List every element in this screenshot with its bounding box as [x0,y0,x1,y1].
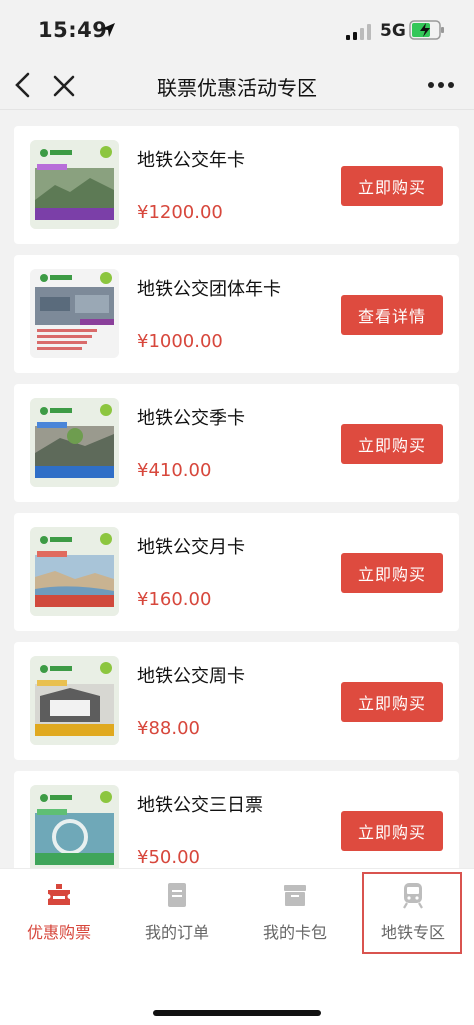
battery-charging-icon [409,20,444,40]
ticket-list[interactable]: 地铁公交年卡 ¥1200.00 立即购买 地铁公交团体年卡 ¥1000.00 查… [14,126,459,868]
status-bar: 15:49 5G [0,0,474,62]
location-arrow-icon [101,23,115,37]
card-price: ¥88.00 [137,718,200,739]
card-thumbnail [30,785,119,868]
ticket-card-group-annual[interactable]: 地铁公交团体年卡 ¥1000.00 查看详情 [14,255,459,373]
card-thumbnail [30,269,119,358]
card-price: ¥160.00 [137,589,212,610]
wallet-icon [284,885,306,906]
home-indicator [153,1010,321,1016]
more-icon[interactable] [426,80,456,90]
card-theme-band [35,853,114,865]
card-thumbnail [30,656,119,745]
buy-button[interactable]: 立即购买 [341,424,443,464]
card-theme-band [35,724,114,736]
card-name: 地铁公交月卡 [137,537,245,558]
tab-my-wallet[interactable]: 我的卡包 [236,869,354,955]
highlight-box [362,872,462,954]
signal-icon [346,24,371,40]
card-name: 地铁公交季卡 [137,408,245,429]
card-thumbnail [30,398,119,487]
tab-my-orders[interactable]: 我的订单 [118,869,236,955]
card-name: 地铁公交团体年卡 [137,279,281,300]
card-name: 地铁公交年卡 [137,150,245,171]
tab-label: 我的订单 [144,923,209,942]
card-price: ¥410.00 [137,460,212,481]
ticket-card-monthly[interactable]: 地铁公交月卡 ¥160.00 立即购买 [14,513,459,631]
network-type: 5G [380,21,406,41]
card-price: ¥50.00 [137,847,200,868]
ticket-card-quarterly[interactable]: 地铁公交季卡 ¥410.00 立即购买 [14,384,459,502]
buy-button[interactable]: 立即购买 [341,166,443,206]
card-theme-band [35,466,114,478]
card-name: 地铁公交三日票 [137,795,263,816]
status-time: 15:49 [38,18,108,42]
card-thumbnail [30,527,119,616]
card-thumbnail [30,140,119,229]
card-price: ¥1000.00 [137,331,223,352]
card-theme-band [35,595,114,607]
buy-button[interactable]: 立即购买 [341,553,443,593]
buy-button[interactable]: 立即购买 [341,811,443,851]
ticket-card-annual[interactable]: 地铁公交年卡 ¥1200.00 立即购买 [14,126,459,244]
tab-discount-tickets[interactable]: 优惠购票 [0,869,118,955]
nav-bar: 联票优惠活动专区 [0,62,474,110]
ticket-card-weekly[interactable]: 地铁公交周卡 ¥88.00 立即购买 [14,642,459,760]
card-theme-band [80,319,114,325]
bottom-tab-bar: 优惠购票 我的订单 我的卡包 地铁专区 [0,868,474,1025]
card-name: 地铁公交周卡 [137,666,245,687]
buy-button[interactable]: 立即购买 [341,682,443,722]
page-title: 联票优惠活动专区 [157,76,317,100]
card-theme-band [35,208,114,220]
tab-label: 优惠购票 [26,923,91,942]
tab-label: 我的卡包 [262,923,327,942]
details-button[interactable]: 查看详情 [341,295,443,335]
card-price: ¥1200.00 [137,202,223,223]
order-icon [168,883,186,907]
ticket-card-three-day[interactable]: 地铁公交三日票 ¥50.00 立即购买 [14,771,459,868]
ticket-icon [48,884,70,905]
